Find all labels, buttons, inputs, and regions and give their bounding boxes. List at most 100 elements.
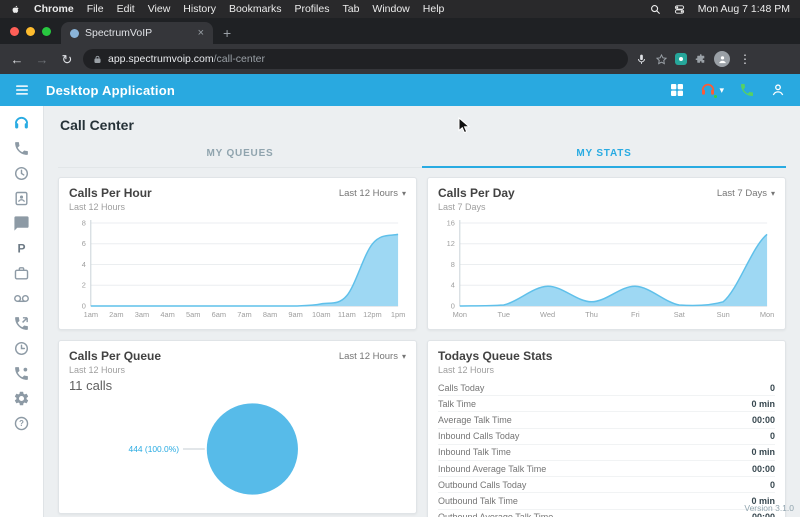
card-title: Calls Per Day (438, 186, 515, 200)
sidebar-item-call-center[interactable] (13, 115, 31, 132)
url-text: app.spectrumvoip.com/call-center (108, 53, 265, 65)
card-todays-queue-stats: Todays Queue Stats Last 12 Hours Calls T… (427, 340, 786, 517)
browser-tabstrip: SpectrumVoIP × + (0, 18, 800, 44)
svg-text:Wed: Wed (540, 310, 555, 319)
range-select-queue[interactable]: Last 12 Hours ▾ (339, 351, 406, 362)
apps-grid-icon[interactable] (669, 82, 685, 98)
softphone-icon[interactable] (739, 82, 755, 98)
control-center-icon[interactable] (674, 4, 685, 15)
svg-text:12pm: 12pm (363, 310, 382, 319)
sidebar-item-chat[interactable] (13, 215, 31, 232)
back-button[interactable]: ← (8, 53, 26, 66)
svg-text:8: 8 (451, 260, 455, 269)
close-window-button[interactable] (10, 26, 19, 36)
extensions-puzzle-icon[interactable] (694, 53, 707, 66)
address-bar[interactable]: app.spectrumvoip.com/call-center (83, 49, 628, 69)
mic-icon[interactable] (635, 53, 648, 66)
card-subtitle: Last 12 Hours (69, 365, 126, 375)
svg-text:1am: 1am (84, 310, 98, 319)
sidebar-item-call-forwarding[interactable] (13, 315, 31, 332)
tab-my-queues[interactable]: MY QUEUES (58, 142, 422, 168)
sidebar-item-voicemail[interactable] (13, 290, 31, 307)
content-area: P ? Call Center MY QUEUES MY STATS Calls… (0, 106, 800, 517)
sidebar-nav: P ? (0, 106, 44, 517)
lock-icon (93, 55, 102, 64)
card-calls-per-day: Calls Per Day Last 7 Days Last 7 Days ▾ … (427, 177, 786, 330)
forward-button[interactable]: → (33, 53, 51, 66)
sidebar-item-schedules[interactable] (13, 340, 31, 357)
menu-edit[interactable]: Edit (117, 3, 135, 15)
sidebar-item-e911[interactable] (13, 365, 31, 382)
url-path: /call-center (213, 53, 265, 65)
card-title: Todays Queue Stats (438, 349, 553, 363)
sidebar-item-phone[interactable] (13, 140, 31, 157)
menu-window[interactable]: Window (372, 3, 409, 15)
apple-menu[interactable] (10, 4, 21, 15)
sidebar-item-call-history[interactable] (13, 165, 31, 182)
svg-text:Mon: Mon (760, 310, 774, 319)
range-select-day[interactable]: Last 7 Days ▾ (717, 188, 775, 199)
agent-status-dot (713, 94, 719, 99)
menu-tab[interactable]: Tab (342, 3, 359, 15)
search-icon[interactable] (650, 4, 661, 15)
account-icon[interactable] (770, 82, 786, 98)
sidebar-item-settings[interactable] (13, 390, 31, 407)
window-controls (8, 26, 61, 36)
bookmark-star-icon[interactable] (655, 53, 668, 66)
extension-app-icon[interactable] (675, 53, 687, 65)
chevron-down-icon: ▾ (401, 189, 406, 198)
sidebar-item-parking[interactable]: P (13, 240, 31, 257)
menubar-app-name[interactable]: Chrome (34, 3, 74, 15)
svg-text:12: 12 (447, 239, 455, 248)
svg-text:?: ? (19, 419, 24, 428)
stat-row: Calls Today 0 (438, 380, 775, 397)
sidebar-item-company[interactable] (13, 265, 31, 282)
svg-text:Sun: Sun (717, 310, 730, 319)
app-header: Desktop Application ▾ (0, 74, 800, 106)
browser-tab[interactable]: SpectrumVoIP × (61, 22, 213, 44)
svg-text:9am: 9am (288, 310, 302, 319)
tab-close-icon[interactable]: × (198, 27, 204, 39)
svg-text:2am: 2am (109, 310, 123, 319)
card-calls-per-queue: Calls Per Queue Last 12 Hours Last 12 Ho… (58, 340, 417, 514)
menu-bookmarks[interactable]: Bookmarks (229, 3, 282, 15)
svg-text:4: 4 (82, 260, 86, 269)
svg-text:11am: 11am (338, 310, 356, 319)
tab-my-stats[interactable]: MY STATS (422, 142, 786, 168)
minimize-window-button[interactable] (26, 26, 35, 36)
menu-help[interactable]: Help (423, 3, 445, 15)
url-host: app.spectrumvoip.com (108, 53, 214, 65)
sidebar-item-help[interactable]: ? (13, 415, 31, 432)
card-subtitle: Last 7 Days (438, 202, 486, 212)
card-title: Calls Per Queue (69, 349, 162, 363)
chevron-down-icon: ▾ (770, 189, 775, 198)
zoom-window-button[interactable] (42, 26, 51, 36)
refresh-button[interactable]: ↻ (58, 53, 76, 66)
stat-row: Inbound Average Talk Time 00:00 (438, 461, 775, 478)
tab-bar: MY QUEUES MY STATS (58, 142, 786, 168)
svg-text:3am: 3am (135, 310, 149, 319)
svg-text:Sat: Sat (674, 310, 686, 319)
sidebar-item-contacts[interactable] (13, 190, 31, 207)
profile-avatar[interactable] (714, 51, 730, 67)
menu-profiles[interactable]: Profiles (294, 3, 329, 15)
svg-text:2: 2 (82, 281, 86, 290)
svg-text:P: P (17, 241, 25, 255)
stat-row: Talk Time 0 min (438, 396, 775, 413)
menu-file[interactable]: File (87, 3, 104, 15)
svg-text:Mon: Mon (453, 310, 467, 319)
hamburger-menu-icon[interactable] (14, 82, 30, 98)
menu-view[interactable]: View (148, 3, 171, 15)
svg-text:444 (100.0%): 444 (100.0%) (129, 444, 180, 454)
card-subtitle: Last 12 Hours (438, 365, 495, 375)
svg-text:10am: 10am (312, 310, 331, 319)
page-title: Call Center (60, 117, 134, 133)
card-subtitle: Last 12 Hours (69, 202, 126, 212)
stat-row: Outbound Talk Time 0 min (438, 493, 775, 510)
new-tab-button[interactable]: + (223, 26, 231, 40)
browser-menu-icon[interactable]: ⋮ (737, 53, 753, 65)
menu-history[interactable]: History (183, 3, 216, 15)
range-select-hour[interactable]: Last 12 Hours ▾ (339, 188, 406, 199)
agent-headset-icon[interactable] (700, 82, 719, 99)
agent-status-chevron-icon[interactable]: ▾ (719, 85, 724, 96)
